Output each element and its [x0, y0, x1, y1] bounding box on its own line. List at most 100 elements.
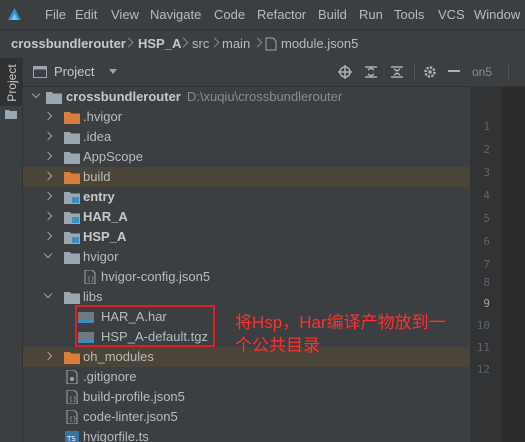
folder-icon: [64, 252, 80, 264]
menu-window[interactable]: Window: [474, 7, 520, 22]
tab-divider: [508, 65, 509, 79]
tree-row-appscope[interactable]: AppScope: [23, 147, 470, 167]
expand-all-icon[interactable]: [364, 65, 378, 79]
tree-row-hsp-a[interactable]: HSP_A: [23, 227, 470, 247]
breadcrumb-module[interactable]: HSP_A: [138, 36, 181, 51]
json-file-icon: {}: [84, 270, 96, 284]
tree-row-entry[interactable]: entry: [23, 187, 470, 207]
folder-icon: [64, 292, 80, 304]
folder-orange-icon: [64, 172, 80, 184]
tree-label[interactable]: HSP_A: [83, 229, 126, 244]
tree-label[interactable]: entry: [83, 189, 115, 204]
tree-row-root[interactable]: crossbundlerouter D:\xuqiu\crossbundlerou…: [23, 87, 470, 107]
breadcrumb-src[interactable]: src: [192, 36, 209, 51]
tree-label[interactable]: build: [83, 169, 110, 184]
tree-label[interactable]: code-linter.json5: [83, 409, 178, 424]
annotation-line-2: 个公共目录: [235, 336, 320, 355]
tree-label[interactable]: .idea: [83, 129, 111, 144]
chevron-down-icon[interactable]: [43, 249, 53, 259]
project-stripe-label[interactable]: Project: [5, 59, 19, 107]
toolbar-divider: [414, 63, 415, 81]
annotation-text: 将Hsp，Har编译产物放到一 个公共目录: [235, 311, 515, 357]
tree-label-root[interactable]: crossbundlerouter: [66, 89, 181, 104]
menu-edit[interactable]: Edit: [75, 7, 97, 22]
tree-label[interactable]: .hvigor: [83, 109, 122, 124]
folder-orange-icon: [64, 352, 80, 364]
chevron-down-icon[interactable]: [31, 89, 41, 99]
json-file-icon: {}: [66, 410, 78, 424]
module-folder-icon: [64, 212, 80, 224]
file-icon: [66, 370, 78, 384]
folder-icon: [46, 92, 62, 104]
line-number: 1: [483, 120, 490, 133]
menu-run[interactable]: Run: [359, 7, 383, 22]
menu-vcs[interactable]: VCS: [438, 7, 465, 22]
tree-row-idea[interactable]: .idea: [23, 127, 470, 147]
editor-tab[interactable]: on5: [472, 65, 492, 79]
menu-build[interactable]: Build: [318, 7, 347, 22]
tree-label[interactable]: .gitignore: [83, 369, 136, 384]
chevron-right-icon[interactable]: [43, 131, 53, 141]
tree-label[interactable]: AppScope: [83, 149, 143, 164]
annotation-line-1: 将Hsp，Har编译产物放到一: [235, 313, 446, 332]
line-number: 2: [483, 143, 490, 156]
tree-label[interactable]: libs: [83, 289, 103, 304]
project-path: D:\xuqiu\crossbundlerouter: [186, 89, 343, 104]
editor-tab-bar: on5: [470, 58, 525, 87]
chevron-right-icon[interactable]: [43, 231, 53, 241]
chevron-right-icon[interactable]: [43, 211, 53, 221]
tree-row-build[interactable]: build: [23, 167, 470, 187]
tree-label[interactable]: build-profile.json5: [83, 389, 185, 404]
tree-label[interactable]: hvigor-config.json5: [101, 269, 210, 284]
menu-tools[interactable]: Tools: [394, 7, 424, 22]
breadcrumb-file[interactable]: module.json5: [281, 36, 358, 51]
svg-text:{}: {}: [69, 396, 77, 403]
locate-icon[interactable]: [338, 65, 352, 79]
module-folder-icon: [64, 232, 80, 244]
chevron-down-icon[interactable]: [109, 69, 117, 74]
tree-label[interactable]: HAR_A: [83, 209, 128, 224]
folder-icon: [64, 152, 80, 164]
chevron-right-icon: [252, 37, 263, 48]
ts-file-icon: TS: [65, 431, 79, 442]
tree-row-build-profile[interactable]: {} build-profile.json5: [23, 387, 470, 407]
tree-row-hvigor-hidden[interactable]: .hvigor: [23, 107, 470, 127]
tree-row-hvigor-config[interactable]: {} hvigor-config.json5: [23, 267, 470, 287]
chevron-right-icon[interactable]: [43, 111, 53, 121]
collapse-all-icon[interactable]: [390, 65, 404, 79]
app-logo-icon: [8, 8, 21, 20]
menu-view[interactable]: View: [111, 7, 139, 22]
chevron-right-icon[interactable]: [43, 351, 53, 361]
menu-bar: File Edit View Navigate Code Refactor Bu…: [0, 0, 525, 29]
svg-text:{}: {}: [69, 416, 77, 423]
tree-label[interactable]: oh_modules: [83, 349, 154, 364]
tree-row-har-a[interactable]: HAR_A: [23, 207, 470, 227]
tree-row-hvigor[interactable]: hvigor: [23, 247, 470, 267]
tree-row-code-linter[interactable]: {} code-linter.json5: [23, 407, 470, 427]
tree-row-libs[interactable]: libs: [23, 287, 470, 307]
tree-row-gitignore[interactable]: .gitignore: [23, 367, 470, 387]
chevron-right-icon[interactable]: [43, 191, 53, 201]
project-panel-title[interactable]: Project: [54, 64, 94, 79]
chevron-right-icon[interactable]: [43, 171, 53, 181]
gear-icon[interactable]: [423, 65, 437, 79]
menu-code[interactable]: Code: [214, 7, 245, 22]
hide-panel-icon[interactable]: [448, 70, 460, 73]
tree-label[interactable]: hvigorfile.ts: [83, 429, 149, 442]
chevron-right-icon[interactable]: [43, 151, 53, 161]
module-folder-icon: [64, 192, 80, 204]
line-number: 12: [476, 363, 490, 376]
tree-row-hvigorfile[interactable]: TS hvigorfile.ts: [23, 427, 470, 442]
breadcrumb-main[interactable]: main: [222, 36, 250, 51]
menu-refactor[interactable]: Refactor: [257, 7, 306, 22]
folder-icon: [64, 132, 80, 144]
annotation-highlight-box: [75, 305, 215, 347]
folder-icon: [5, 110, 17, 119]
breadcrumb-project[interactable]: crossbundlerouter: [11, 36, 126, 51]
menu-file[interactable]: File: [45, 7, 66, 22]
tree-label[interactable]: hvigor: [83, 249, 118, 264]
chevron-down-icon[interactable]: [43, 289, 53, 299]
breadcrumb: crossbundlerouter HSP_A src main module.…: [0, 29, 525, 59]
line-number: 8: [483, 276, 490, 289]
menu-navigate[interactable]: Navigate: [150, 7, 201, 22]
